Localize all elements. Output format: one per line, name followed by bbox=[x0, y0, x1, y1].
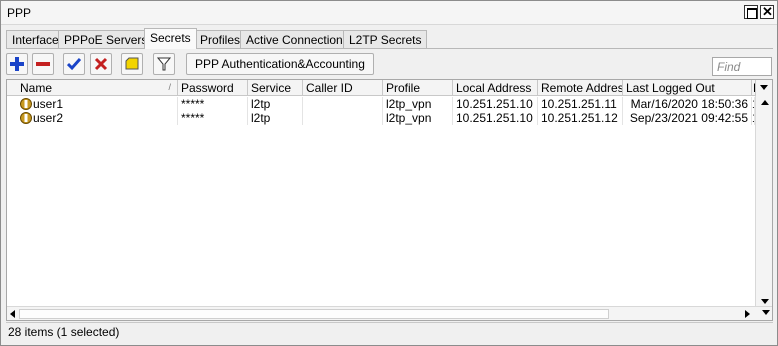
column-header-service[interactable]: Service bbox=[248, 80, 303, 96]
column-header-name[interactable]: Name / bbox=[7, 80, 178, 96]
column-header-label: Name bbox=[20, 81, 53, 95]
tab-l2tp-secrets[interactable]: L2TP Secrets bbox=[343, 30, 428, 49]
table-row[interactable]: user1 ***** l2tp l2tp_vpn 10.251.251.10 … bbox=[7, 97, 755, 111]
note-icon bbox=[125, 57, 139, 70]
table-row[interactable]: user2 ***** l2tp l2tp_vpn 10.251.251.10 … bbox=[7, 111, 755, 125]
cell-local-address: 10.251.251.10 bbox=[453, 97, 538, 111]
scroll-down-icon[interactable] bbox=[761, 299, 769, 304]
tab-panel-border bbox=[6, 48, 773, 49]
vertical-scrollbar[interactable] bbox=[755, 96, 772, 308]
cell-remote-address: 10.251.251.12 bbox=[538, 111, 623, 125]
cell-local-address: 10.251.251.10 bbox=[453, 111, 538, 125]
cell-password: ***** bbox=[178, 111, 248, 125]
x-icon bbox=[94, 57, 108, 71]
plus-icon bbox=[10, 57, 24, 71]
scroll-corner-down-icon[interactable] bbox=[762, 310, 770, 315]
horizontal-scrollbar[interactable] bbox=[7, 306, 772, 320]
user-icon bbox=[20, 98, 32, 110]
column-menu-dropdown[interactable] bbox=[755, 80, 772, 96]
column-header-caller-id[interactable]: Caller ID bbox=[303, 80, 383, 96]
cell-last-logged-out: Sep/23/2021 09:42:55 bbox=[623, 111, 752, 125]
status-text: 28 items (1 selected) bbox=[8, 325, 120, 339]
ppp-auth-accounting-button[interactable]: PPP Authentication&Accounting bbox=[186, 53, 374, 75]
column-header-local-address[interactable]: Local Address bbox=[453, 80, 538, 96]
maximize-icon[interactable] bbox=[744, 5, 758, 19]
secrets-table: Name / Password Service Caller ID Profil… bbox=[6, 79, 773, 321]
cell-name: user1 bbox=[33, 97, 178, 111]
horizontal-scroll-thumb[interactable] bbox=[19, 309, 609, 319]
scroll-left-icon[interactable] bbox=[10, 310, 15, 318]
column-header-remote-address[interactable]: Remote Address bbox=[538, 80, 623, 96]
ppp-window: PPP ✕ Interface PPPoE Servers Secrets Pr… bbox=[0, 0, 778, 346]
comment-button[interactable] bbox=[121, 53, 143, 75]
cell-profile: l2tp_vpn bbox=[383, 97, 453, 111]
filter-button[interactable] bbox=[153, 53, 175, 75]
column-header-profile[interactable]: Profile bbox=[383, 80, 453, 96]
cell-caller-id bbox=[303, 111, 383, 125]
sort-indicator: / bbox=[168, 82, 171, 92]
tab-secrets[interactable]: Secrets bbox=[144, 28, 197, 49]
cell-password: ***** bbox=[178, 97, 248, 111]
tab-pppoe-servers[interactable]: PPPoE Servers bbox=[58, 30, 154, 49]
scroll-right-icon[interactable] bbox=[745, 310, 750, 318]
cell-service: l2tp bbox=[248, 111, 303, 125]
cell-profile: l2tp_vpn bbox=[383, 111, 453, 125]
table-header: Name / Password Service Caller ID Profil… bbox=[7, 80, 772, 96]
cell-last-logged-out: Mar/16/2020 18:50:36 bbox=[623, 97, 752, 111]
close-icon[interactable]: ✕ bbox=[760, 4, 774, 19]
user-icon bbox=[20, 112, 32, 124]
find-input[interactable] bbox=[712, 57, 772, 76]
cell-name: user2 bbox=[33, 111, 178, 125]
tab-interface[interactable]: Interface bbox=[6, 30, 65, 49]
remove-button[interactable] bbox=[32, 53, 54, 75]
disable-button[interactable] bbox=[90, 53, 112, 75]
enable-button[interactable] bbox=[63, 53, 85, 75]
funnel-icon bbox=[157, 57, 171, 71]
cell-caller-id bbox=[303, 97, 383, 111]
column-header-password[interactable]: Password bbox=[178, 80, 248, 96]
scroll-up-icon[interactable] bbox=[761, 100, 769, 105]
minus-icon bbox=[36, 62, 50, 66]
column-header-last-logged-out[interactable]: Last Logged Out bbox=[623, 80, 752, 96]
cell-service: l2tp bbox=[248, 97, 303, 111]
toolbar: PPP Authentication&Accounting bbox=[6, 51, 773, 77]
checkmark-icon bbox=[67, 58, 81, 71]
status-bar: 28 items (1 selected) bbox=[6, 322, 773, 340]
add-button[interactable] bbox=[6, 53, 28, 75]
tab-profiles[interactable]: Profiles bbox=[194, 30, 247, 49]
tab-active-connections[interactable]: Active Connections bbox=[240, 30, 355, 49]
title-bar[interactable]: PPP ✕ bbox=[1, 1, 777, 25]
window-title: PPP bbox=[7, 6, 32, 20]
cell-remote-address: 10.251.251.11 bbox=[538, 97, 623, 111]
